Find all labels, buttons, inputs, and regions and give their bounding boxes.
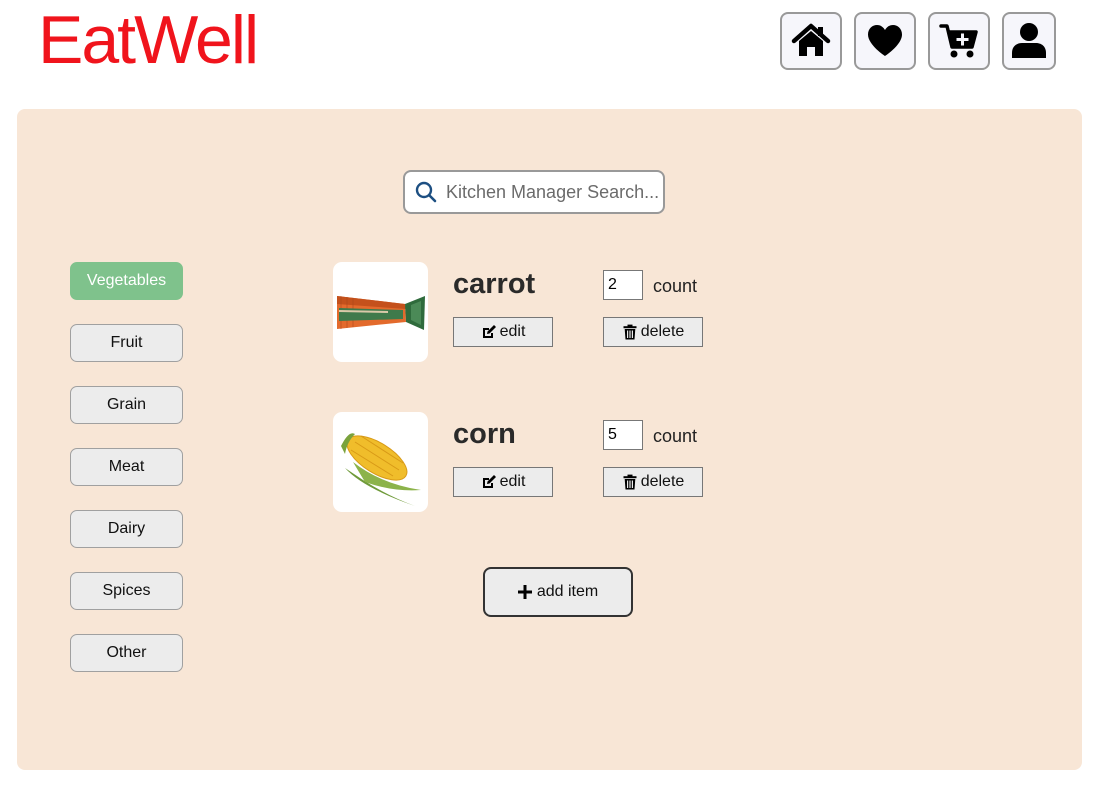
- corn-image: [333, 412, 428, 512]
- home-icon: [791, 23, 831, 56]
- edit-button[interactable]: edit: [453, 467, 553, 497]
- favorites-button[interactable]: [854, 12, 916, 70]
- edit-icon: [482, 475, 496, 488]
- category-grain[interactable]: Grain: [70, 386, 183, 424]
- edit-label: edit: [499, 473, 526, 490]
- item-name: carrot: [453, 268, 536, 300]
- add-item-button[interactable]: add item: [483, 567, 633, 617]
- category-spices[interactable]: Spices: [70, 572, 183, 610]
- home-button[interactable]: [780, 12, 842, 70]
- category-other[interactable]: Other: [70, 634, 183, 672]
- cart-button[interactable]: [928, 12, 990, 70]
- search-box[interactable]: [403, 170, 665, 214]
- user-icon: [1012, 23, 1046, 58]
- category-fruit[interactable]: Fruit: [70, 324, 183, 362]
- profile-button[interactable]: [1002, 12, 1056, 70]
- category-dairy[interactable]: Dairy: [70, 510, 183, 548]
- edit-icon: [482, 325, 496, 338]
- kitchen-panel: Vegetables Fruit Grain Meat Dairy Spices…: [17, 109, 1082, 770]
- delete-button[interactable]: delete: [603, 317, 703, 347]
- search-input[interactable]: [446, 181, 663, 203]
- category-meat[interactable]: Meat: [70, 448, 183, 486]
- edit-label: edit: [499, 323, 526, 340]
- delete-button[interactable]: delete: [603, 467, 703, 497]
- count-label: count: [653, 276, 698, 296]
- count-label: count: [653, 426, 698, 446]
- item-name: corn: [453, 418, 516, 450]
- quantity-input[interactable]: [603, 270, 643, 300]
- delete-label: delete: [640, 473, 685, 490]
- delete-label: delete: [640, 323, 685, 340]
- cart-plus-icon: [939, 24, 978, 58]
- trash-icon: [623, 474, 637, 490]
- category-vegetables[interactable]: Vegetables: [70, 262, 183, 300]
- plus-icon: [517, 585, 532, 599]
- edit-button[interactable]: edit: [453, 317, 553, 347]
- heart-icon: [868, 25, 902, 56]
- add-item-label: add item: [536, 583, 599, 600]
- top-nav: [780, 12, 1056, 70]
- search-icon: [415, 181, 437, 203]
- trash-icon: [623, 324, 637, 340]
- app-logo[interactable]: EatWell: [38, 4, 259, 76]
- carrot-image: [333, 262, 428, 362]
- quantity-input[interactable]: [603, 420, 643, 450]
